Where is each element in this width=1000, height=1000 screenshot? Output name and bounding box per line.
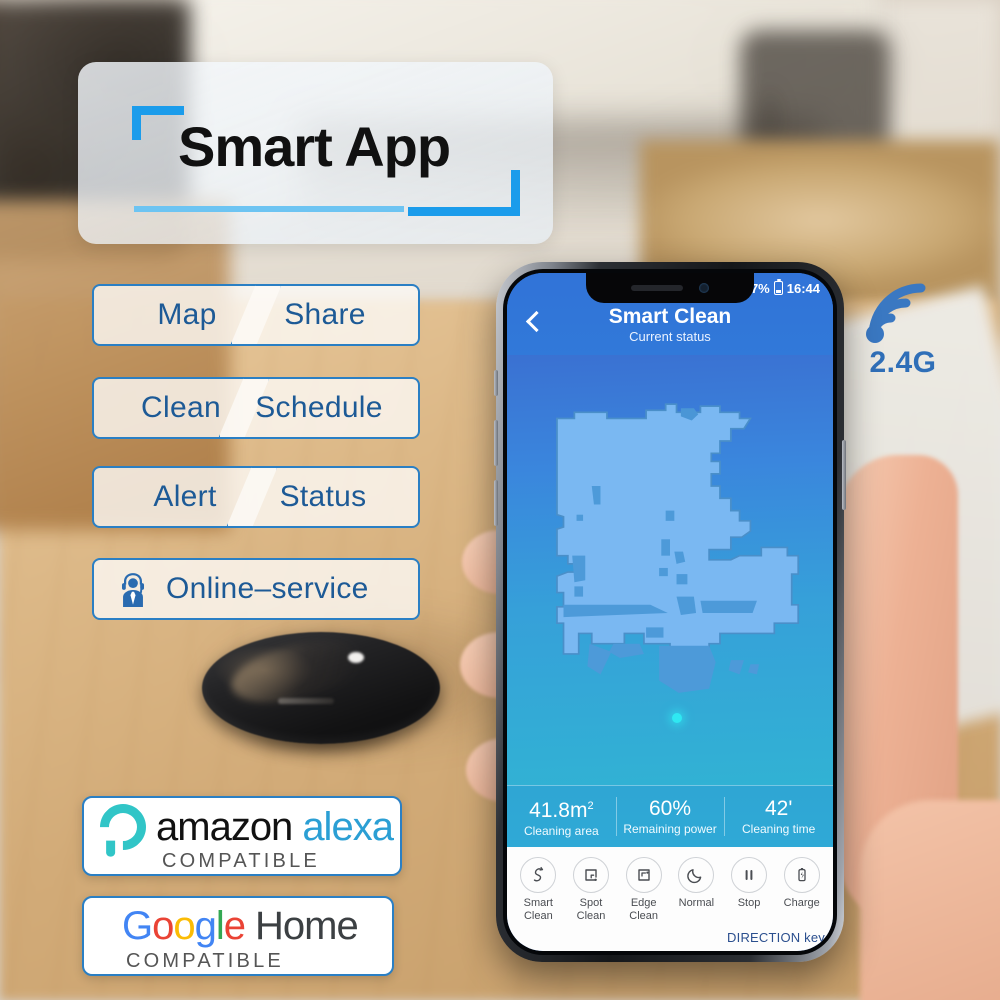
battery-icon [773, 278, 783, 295]
stat-area-unit-sup: 2 [587, 800, 594, 812]
google-letter-l: l [215, 904, 225, 948]
stat-cleaning-area-value: 41.8m2 [529, 794, 594, 823]
moon-icon [678, 857, 715, 893]
feature-row-3: Alert Status [92, 466, 420, 528]
google-letter-o2: o [173, 904, 195, 948]
volume-up-button[interactable] [494, 420, 498, 466]
silent-switch[interactable] [494, 370, 498, 396]
google-brand-line: Google Home [122, 904, 359, 949]
front-camera-icon [699, 283, 709, 293]
stat-cleaning-area: 41.8m2 Cleaning area [507, 786, 616, 847]
feature-row-4: Online–service [92, 558, 420, 620]
smartphone: 27% 16:44 Smart Clean Current status 41.… [494, 262, 846, 962]
toolbar-button-charge[interactable]: Charge [775, 857, 828, 910]
alexa-brand-line: amazon alexa [90, 794, 394, 860]
toolbar-label-smart-clean: Smart Clean [523, 897, 553, 922]
toolbar-label-charge: Charge [783, 897, 820, 909]
robot-led-indicator [348, 652, 364, 663]
phone-bezel: 27% 16:44 Smart Clean Current status 41.… [503, 269, 837, 955]
feature-online-service[interactable]: Online–service [92, 558, 420, 620]
stat-cleaning-time: 42' Cleaning time [724, 786, 833, 847]
feature-row-1: Map Share [92, 284, 420, 346]
power-button[interactable] [842, 440, 846, 510]
alexa-brand-alexa: alexa [302, 804, 394, 849]
volume-down-button[interactable] [494, 480, 498, 526]
stat-area-number: 41.8m [529, 799, 588, 822]
cleaning-map[interactable] [507, 355, 833, 785]
palm [860, 800, 1000, 1000]
google-letter-g1: G [122, 904, 153, 948]
headset-agent-icon [121, 573, 145, 607]
map-svg [556, 403, 800, 693]
feature-status[interactable]: Status [226, 466, 420, 528]
stat-remaining-power-value: 60% [648, 796, 692, 820]
google-letter-g2: g [194, 904, 217, 948]
robot-brand-logo [278, 698, 334, 704]
toolbar-button-normal[interactable]: Normal [670, 857, 723, 910]
app-toolbar: Smart Clean Spot Clean Edge Clean Normal… [507, 847, 833, 951]
clock-label: 16:44 [786, 280, 820, 296]
toolbar-button-stop[interactable]: Stop [723, 857, 776, 910]
robot-position-dot [671, 712, 682, 723]
phone-screen: 27% 16:44 Smart Clean Current status 41.… [507, 273, 833, 951]
direction-key-link[interactable]: DIRECTION key [727, 930, 825, 945]
hero-underline [134, 206, 404, 212]
stat-cleaning-time-value: 42' [764, 796, 793, 820]
alexa-compatible-subtitle: COMPATIBLE [162, 850, 320, 872]
stats-row: 41.8m2 Cleaning area 60% Remaining power… [507, 785, 833, 847]
app-title: Smart Clean [608, 305, 732, 328]
edge-clean-icon [625, 857, 662, 893]
google-letter-e: e [223, 904, 246, 948]
smart-app-hero-card: Smart App [78, 62, 553, 244]
wifi-2-4g-indicator: 2.4G [855, 278, 951, 386]
google-home-word: Home [255, 904, 359, 948]
toolbar-button-edge-clean[interactable]: Edge Clean [617, 857, 670, 923]
spot-clean-icon [573, 857, 609, 893]
toolbar-button-smart-clean[interactable]: Smart Clean [512, 857, 565, 923]
back-chevron-icon[interactable] [523, 311, 545, 333]
pause-icon [731, 857, 768, 893]
toolbar-label-stop: Stop [737, 897, 761, 909]
app-header: Smart Clean Current status [507, 303, 833, 355]
stat-remaining-power: 60% Remaining power [615, 786, 725, 847]
alexa-ring-icon [90, 794, 156, 860]
feature-online-service-label: Online–service [166, 572, 369, 605]
google-letter-o1: o [152, 904, 174, 948]
google-compatible-subtitle: COMPATIBLE [126, 950, 284, 972]
feature-share[interactable]: Share [230, 284, 420, 346]
wifi-icon [866, 283, 926, 343]
toolbar-label-edge-clean: Edge Clean [629, 897, 659, 922]
alexa-compatible-badge: amazon alexa COMPATIBLE [82, 794, 402, 876]
feature-row-2: Clean Schedule [92, 377, 420, 439]
stat-cleaning-area-label: Cleaning area [523, 824, 599, 838]
toolbar-button-spot-clean[interactable]: Spot Clean [565, 857, 618, 923]
header-titles: Smart Clean Current status [609, 305, 732, 345]
bracket-top-left-icon [132, 106, 184, 140]
wifi-label: 2.4G [869, 346, 937, 379]
toolbar-label-spot-clean: Spot Clean [576, 897, 606, 922]
robot-vacuum [196, 629, 446, 766]
phone-notch [586, 273, 754, 303]
google-logo-icon: Google [122, 904, 246, 949]
battery-charge-icon [783, 857, 820, 893]
page-title: Smart App [178, 115, 451, 178]
stat-remaining-power-label: Remaining power [623, 821, 717, 836]
app-subtitle: Current status [629, 329, 711, 344]
google-home-compatible-badge: Google Home COMPATIBLE [82, 896, 394, 976]
stat-cleaning-time-label: Cleaning time [741, 821, 816, 836]
cleaned-area-polygon [556, 403, 800, 693]
alexa-brand-amazon: amazon [156, 804, 293, 849]
toolbar-label-normal: Normal [678, 897, 715, 909]
earpiece-speaker [631, 285, 683, 291]
smart-clean-icon [520, 857, 557, 893]
feature-schedule[interactable]: Schedule [218, 377, 420, 439]
